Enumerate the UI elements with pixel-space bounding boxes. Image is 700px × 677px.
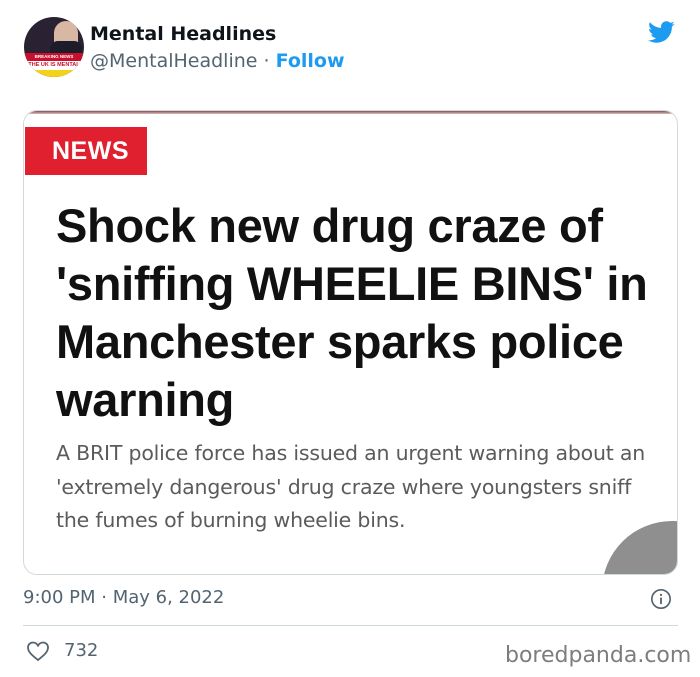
watermark: boredpanda.com xyxy=(505,643,692,668)
tweet-timestamp[interactable]: 9:00 PM · May 6, 2022 xyxy=(23,587,224,608)
divider xyxy=(23,625,678,626)
follow-button[interactable]: Follow xyxy=(276,50,345,72)
avatar-banner-top-text: BREAKING NEWS xyxy=(34,54,74,59)
twitter-bird-icon[interactable] xyxy=(645,18,677,46)
article-standfirst: A BRIT police force has issued an urgent… xyxy=(56,441,646,532)
avatar-banner-bottom-text: THE UK IS MENTAL xyxy=(28,62,80,68)
info-icon[interactable] xyxy=(650,588,672,610)
author-handle-row: @MentalHeadline · Follow xyxy=(90,50,345,72)
article-headline: Shock new drug craze of 'sniffing WHEELI… xyxy=(56,199,648,426)
handle-separator: · xyxy=(263,50,270,72)
news-tag: NEWS xyxy=(25,127,147,175)
author-display-name[interactable]: Mental Headlines xyxy=(90,23,276,45)
avatar[interactable]: BREAKING NEWS THE UK IS MENTAL xyxy=(24,17,84,77)
like-count[interactable]: 732 xyxy=(64,640,98,661)
author-handle[interactable]: @MentalHeadline xyxy=(90,50,257,72)
avatar-banner-yellow xyxy=(24,70,84,77)
article-card[interactable]: NEWS Shock new drug craze of 'sniffing W… xyxy=(23,110,678,575)
heart-icon[interactable] xyxy=(26,640,50,662)
card-top-line xyxy=(24,111,677,114)
